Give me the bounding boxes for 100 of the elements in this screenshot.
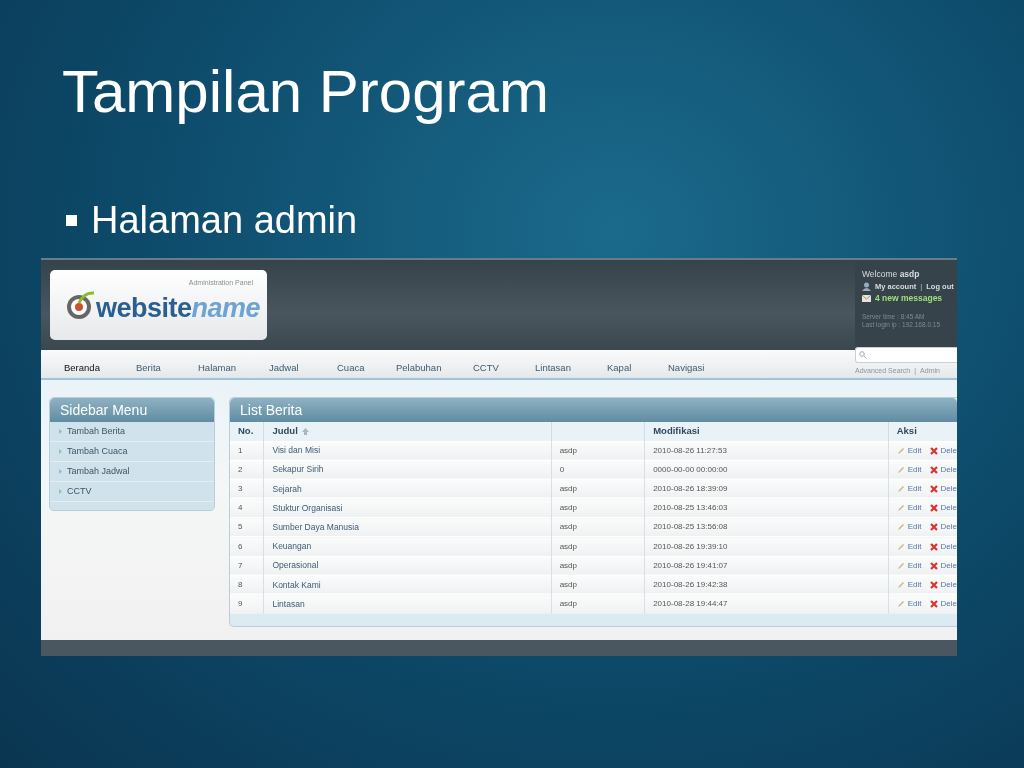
logo-text: websitename — [96, 291, 261, 325]
nav-tab[interactable]: Jadwal — [269, 360, 299, 378]
table-cell: Visi dan Misi — [263, 441, 552, 461]
arrow-icon — [59, 429, 62, 434]
table-cell: Kontak Kami — [263, 575, 552, 595]
envelope-icon — [862, 294, 871, 303]
action-link[interactable]: Dele — [929, 559, 957, 572]
table-cell: 9 — [230, 594, 264, 614]
table-cell: Sejarah — [263, 479, 552, 499]
table-cell: asdp — [551, 536, 645, 557]
nav-tab[interactable]: Navigasi — [668, 360, 705, 378]
pencil-icon — [896, 542, 905, 551]
target-logo-icon — [64, 290, 94, 320]
action-link[interactable]: Dele — [929, 502, 957, 515]
action-link[interactable]: Edit — [896, 578, 922, 591]
x-icon — [929, 561, 938, 570]
pencil-icon — [896, 504, 905, 513]
table-cell: 7 — [230, 556, 264, 576]
x-icon — [929, 523, 938, 532]
nav-tab[interactable]: Halaman — [198, 360, 237, 378]
table-cell: 2010-08-26 19:42:38 — [644, 575, 889, 595]
pencil-icon — [896, 484, 905, 493]
nav-tab[interactable]: Berita — [136, 360, 161, 378]
action-link[interactable]: Edit — [896, 521, 922, 534]
table-cell: 2010-08-25 13:46:03 — [644, 498, 889, 518]
table-cell: asdp — [551, 556, 645, 576]
action-link[interactable]: Edit — [896, 482, 922, 495]
table-cell: Keuangan — [263, 536, 552, 557]
table-cell: 5 — [230, 517, 264, 537]
pencil-icon — [896, 561, 905, 570]
list-title: List Berita — [230, 398, 957, 422]
action-link[interactable]: Edit — [896, 444, 922, 457]
x-icon — [929, 465, 938, 474]
messages-link[interactable]: 4 new messages — [875, 292, 943, 305]
pencil-icon — [896, 446, 905, 455]
column-header: Modifikasi — [653, 425, 700, 437]
pencil-icon — [896, 523, 905, 532]
table-cell: 2010-08-25 13:56:08 — [644, 517, 889, 537]
pencil-icon — [896, 600, 905, 609]
table-cell: Lintasan — [263, 594, 552, 614]
table-cell: asdp — [551, 517, 645, 537]
slide-title: Tampilan Program — [61, 57, 550, 127]
pencil-icon — [896, 580, 905, 589]
table-cell: 2 — [230, 460, 264, 480]
table-cell: 8 — [230, 575, 264, 595]
action-link[interactable]: Edit — [896, 598, 922, 611]
x-icon — [929, 542, 938, 551]
x-icon — [929, 446, 938, 455]
arrow-icon — [59, 469, 62, 474]
action-link[interactable]: Edit — [896, 540, 922, 553]
nav-tab[interactable]: Beranda — [64, 360, 100, 378]
arrow-icon — [59, 449, 62, 454]
action-link[interactable]: Dele — [929, 482, 957, 495]
table-cell: 6 — [230, 536, 264, 557]
sidebar-item[interactable]: CCTV — [50, 482, 214, 502]
user-icon — [862, 281, 871, 291]
action-link[interactable]: Dele — [929, 444, 957, 457]
bullet-icon — [66, 214, 77, 226]
table-cell: 2010-08-26 19:41:07 — [644, 556, 889, 576]
action-link[interactable]: Dele — [929, 521, 957, 534]
nav-tab[interactable]: Pelabuhan — [396, 360, 442, 378]
nav-tab[interactable]: Cuaca — [337, 360, 365, 378]
table-cell: 0 — [551, 460, 645, 480]
table-cell: Sekapur Sirih — [263, 460, 552, 480]
table-cell: asdp — [551, 479, 645, 499]
table-cell: 2010-08-26 18:39:09 — [644, 479, 889, 499]
action-link[interactable]: Dele — [929, 540, 957, 553]
table-cell: Operasional — [263, 556, 552, 576]
x-icon — [929, 504, 938, 513]
x-icon — [929, 484, 938, 493]
table-cell: 2010-08-28 19:44:47 — [644, 594, 889, 614]
table-cell: 0000-00-00 00:00:00 — [644, 460, 889, 480]
column-header: Aksi — [896, 425, 917, 437]
x-icon — [929, 600, 938, 609]
sidebar-item[interactable]: Tambah Cuaca — [50, 442, 214, 462]
column-header: No. — [238, 425, 254, 437]
action-link[interactable]: Dele — [929, 578, 957, 591]
welcome-text: Welcome asdp — [862, 268, 921, 281]
nav-tab[interactable]: Kapal — [607, 360, 632, 378]
table-cell: 2010-08-26 11:27:53 — [644, 441, 889, 461]
action-link[interactable]: Dele — [929, 598, 957, 611]
action-link[interactable]: Dele — [929, 463, 957, 476]
action-link[interactable]: Edit — [896, 463, 922, 476]
table-cell: Stuktur Organisasi — [263, 498, 552, 518]
sidebar-title: Sidebar Menu — [50, 398, 214, 422]
pencil-icon — [896, 465, 905, 474]
action-link[interactable]: Edit — [896, 559, 922, 572]
table-cell: 4 — [230, 498, 264, 518]
table-cell: asdp — [551, 575, 645, 595]
nav-tab[interactable]: CCTV — [473, 360, 499, 378]
nav-tab[interactable]: Lintasan — [535, 360, 571, 378]
sidebar-item[interactable]: Tambah Berita — [50, 422, 214, 442]
table-cell: asdp — [551, 594, 645, 614]
action-link[interactable]: Edit — [896, 502, 922, 515]
table-cell: asdp — [551, 498, 645, 518]
bullet-text: Halaman admin — [91, 201, 358, 239]
column-header: Judul — [272, 425, 298, 437]
table-cell: asdp — [551, 441, 645, 461]
search-icon — [859, 350, 867, 359]
sidebar-item[interactable]: Tambah Jadwal — [50, 462, 214, 482]
